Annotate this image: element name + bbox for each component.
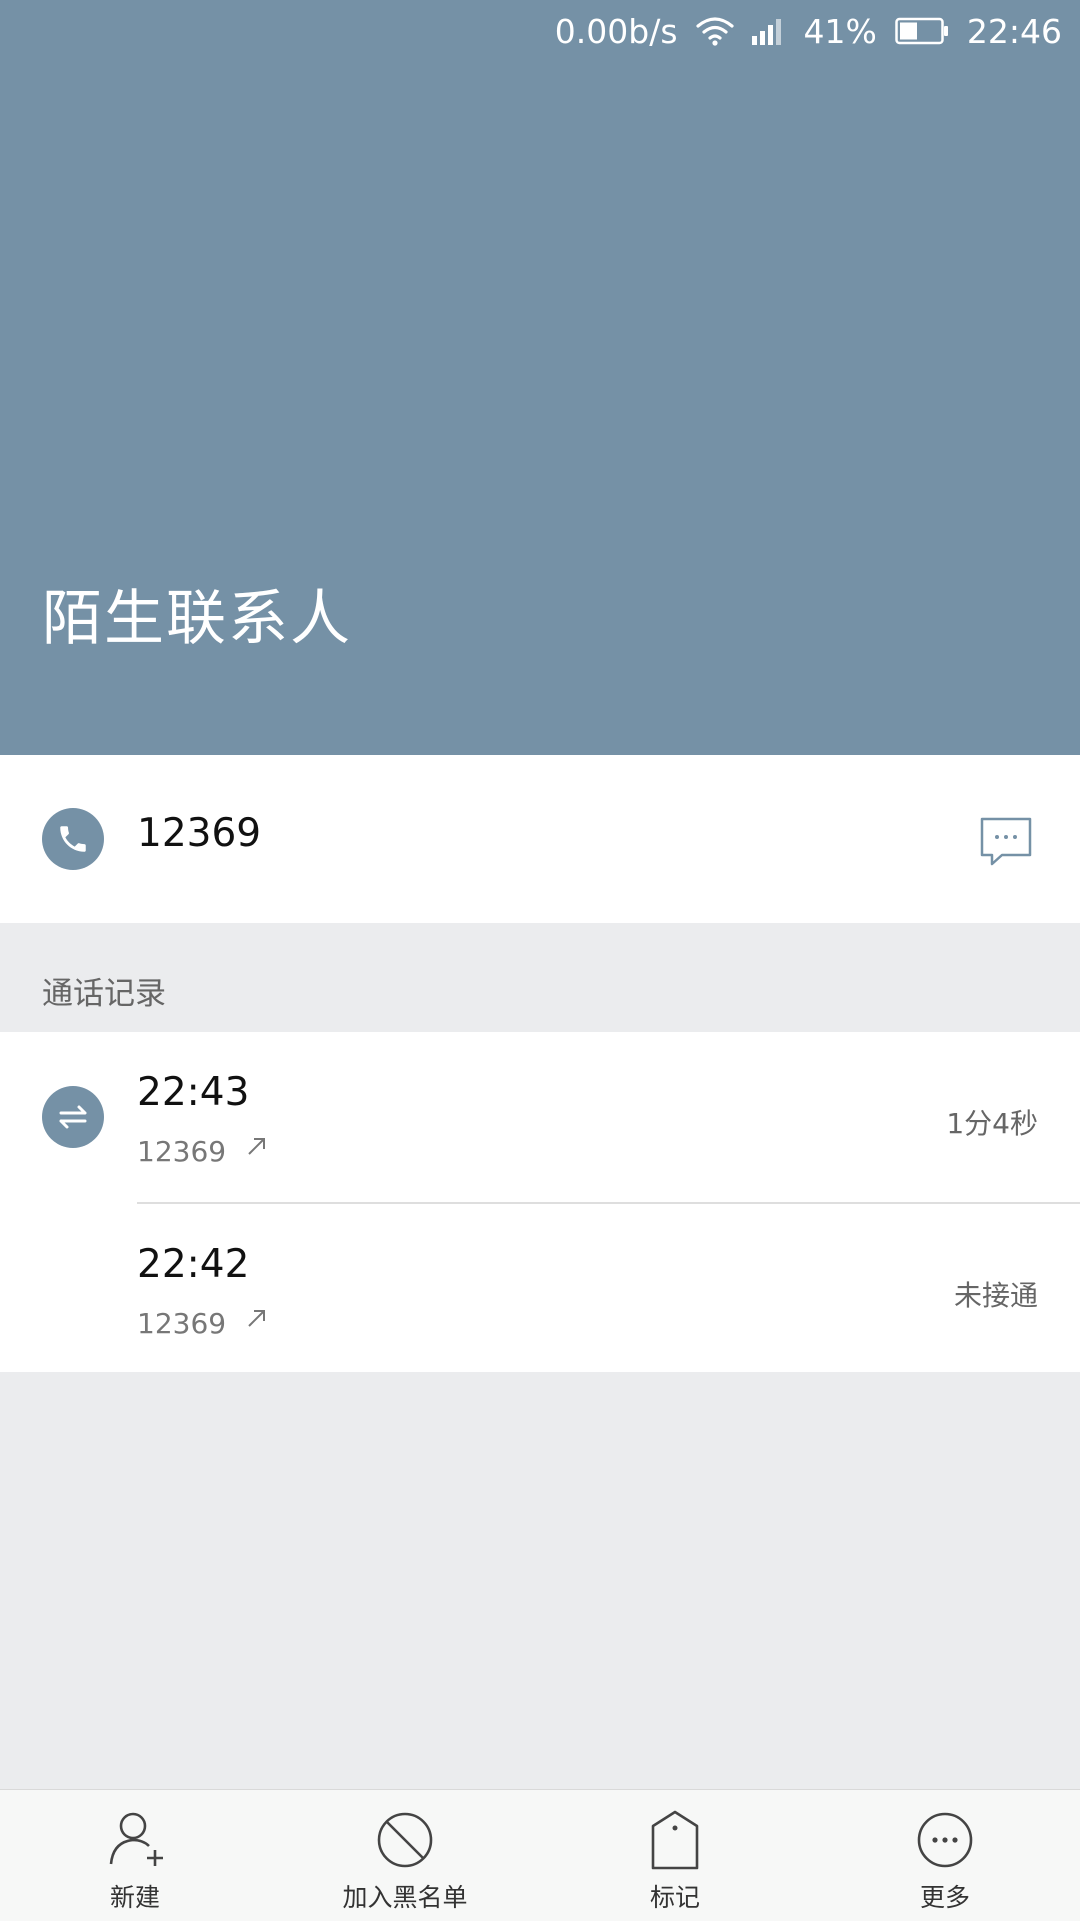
nav-label: 标记 (649, 1883, 700, 1912)
call-status: 未接通 (953, 1279, 1038, 1312)
add-person-icon (103, 1808, 167, 1872)
outgoing-arrow-icon (246, 1307, 268, 1329)
battery-percent: 41% (803, 11, 877, 51)
wifi-icon (695, 16, 734, 46)
tag-icon (643, 1808, 707, 1872)
new-contact-button[interactable]: 新建 (0, 1790, 270, 1921)
call-log-row[interactable]: 22:42 12369 未接通 (0, 1204, 1080, 1374)
signal-icon (751, 17, 786, 45)
bottom-action-bar: 新建 加入黑名单 标记 更多 (0, 1789, 1080, 1921)
call-time: 22:43 (137, 1070, 250, 1115)
more-icon (913, 1808, 977, 1872)
nav-label: 新建 (109, 1883, 160, 1912)
outgoing-arrow-icon (246, 1135, 268, 1157)
contact-header: 0.00b/s 41% 22:46 陌生联系人 (0, 0, 1080, 755)
call-time: 22:42 (137, 1242, 250, 1287)
net-speed: 0.00b/s (554, 11, 678, 51)
nav-label: 加入黑名单 (342, 1883, 468, 1912)
blacklist-button[interactable]: 加入黑名单 (270, 1790, 540, 1921)
nav-label: 更多 (919, 1883, 970, 1912)
call-number: 12369 (137, 1135, 227, 1168)
phone-icon[interactable] (42, 808, 104, 870)
more-button[interactable]: 更多 (810, 1790, 1080, 1921)
number-card[interactable]: 12369 (0, 755, 1080, 923)
call-duration: 1分4秒 (946, 1107, 1038, 1140)
call-log-list: 22:43 12369 1分4秒 22:42 12369 未接通 (0, 1032, 1080, 1372)
call-number: 12369 (137, 1307, 227, 1340)
block-icon (373, 1808, 437, 1872)
call-log-row[interactable]: 22:43 12369 1分4秒 (0, 1032, 1080, 1204)
mark-button[interactable]: 标记 (540, 1790, 810, 1921)
contact-title: 陌生联系人 (42, 584, 352, 654)
status-bar: 0.00b/s 41% 22:46 (537, 0, 1080, 62)
battery-icon (895, 17, 949, 45)
message-icon[interactable] (978, 813, 1034, 869)
phone-number[interactable]: 12369 (137, 811, 261, 856)
clock: 22:46 (966, 11, 1062, 51)
call-log-heading: 通话记录 (42, 976, 166, 1012)
